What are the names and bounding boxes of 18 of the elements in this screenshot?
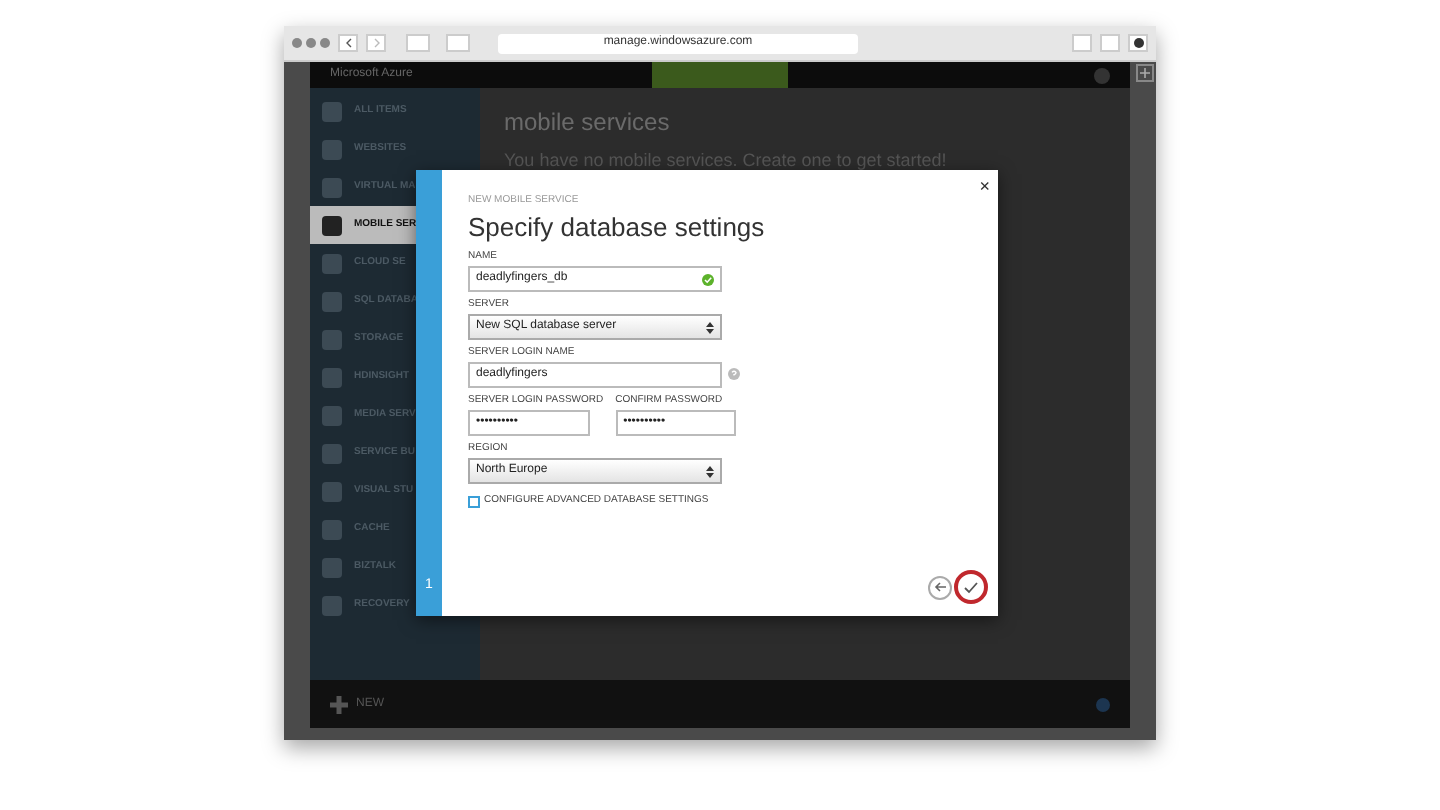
back-button[interactable] [928,575,952,599]
checkmark-icon [964,581,978,593]
up-down-arrows-icon [706,465,714,477]
checkbox[interactable] [468,495,480,508]
user-avatar [1094,67,1110,83]
forward-button[interactable] [366,34,386,52]
chevron-right-icon [373,38,379,48]
back-button[interactable] [338,34,358,52]
chevron-left-icon [345,38,351,48]
up-down-arrows-icon [706,321,714,333]
close-button[interactable]: × [979,178,990,196]
plus-icon [1140,68,1150,78]
add-tab-button[interactable] [1136,64,1154,82]
ok-button[interactable] [954,570,988,604]
plus-icon[interactable] [330,695,348,713]
page-title: mobile services [504,106,672,140]
left-arrow-icon [934,582,946,592]
status-bar [652,62,789,88]
